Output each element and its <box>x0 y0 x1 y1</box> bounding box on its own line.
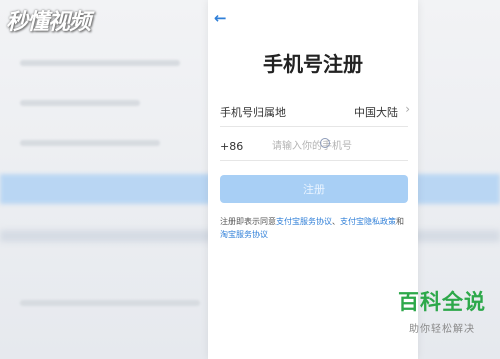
watermark-title: 百科全说 <box>398 290 486 314</box>
bg-blur-line <box>20 60 180 66</box>
agreement-separator: 和 <box>396 217 404 226</box>
taobao-service-agreement-link[interactable]: 淘宝服务协议 <box>220 230 268 239</box>
back-arrow-icon[interactable]: ← <box>214 10 230 26</box>
agreement-separator: 、 <box>332 217 340 226</box>
watermark-logo-bottom-right: 百科全说 助你轻松解决 <box>398 286 486 335</box>
region-select[interactable]: 中国大陆 <box>354 104 398 120</box>
region-label: 手机号归属地 <box>220 106 286 119</box>
phone-input[interactable] <box>270 136 394 156</box>
page-title: 手机号注册 <box>263 52 363 76</box>
agreement-prefix: 注册即表示同意 <box>220 217 276 226</box>
divider <box>220 160 408 161</box>
country-code: +86 <box>220 140 244 153</box>
register-panel: ← 手机号注册 手机号归属地 中国大陆 › +86 注册 注册即表示同意支付宝服… <box>208 0 418 359</box>
alipay-service-agreement-link[interactable]: 支付宝服务协议 <box>276 217 332 226</box>
watermark-logo-top-left: 秒懂视频 <box>6 9 91 35</box>
bg-blur-line <box>20 140 160 146</box>
divider <box>220 126 408 127</box>
chevron-right-icon[interactable]: › <box>405 102 410 116</box>
alipay-privacy-policy-link[interactable]: 支付宝隐私政策 <box>340 217 396 226</box>
watermark-subtitle: 助你轻松解决 <box>409 324 475 335</box>
cursor-indicator-icon <box>320 138 330 148</box>
bg-blur-line <box>20 100 140 106</box>
bg-blur-line <box>20 300 200 306</box>
agreement-text: 注册即表示同意支付宝服务协议、支付宝隐私政策和淘宝服务协议 <box>220 215 410 241</box>
register-button[interactable]: 注册 <box>220 175 408 203</box>
